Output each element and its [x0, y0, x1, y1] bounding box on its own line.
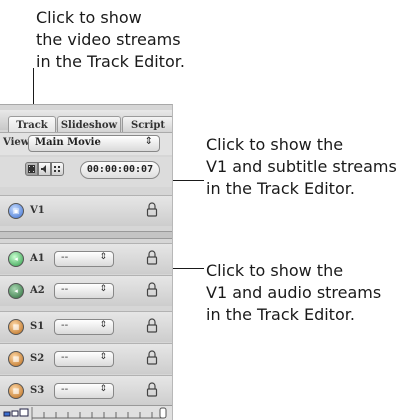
zoom-bar — [0, 405, 172, 420]
chevron-updown-icon: ⇕ — [99, 384, 107, 394]
audio-stream-button[interactable] — [38, 162, 51, 176]
stream-select-value: -- — [61, 352, 69, 363]
stream-select-s2[interactable]: -- ⇕ — [54, 351, 114, 367]
audio-stream-icon — [41, 165, 46, 173]
track-row-a2[interactable]: ◂ A2 -- ⇕ — [0, 275, 172, 306]
subtitle-track-icon: ▦ — [8, 351, 24, 367]
lock-icon[interactable] — [146, 250, 158, 266]
view-row: View: Main Movie ⇕ — [0, 132, 172, 155]
lock-icon[interactable] — [146, 282, 158, 298]
track-name: A2 — [30, 285, 45, 296]
track-row-v1[interactable]: ▣ V1 — [0, 195, 172, 226]
track-panel: Track Slideshow Script View: Main Movie … — [0, 104, 173, 420]
stream-select-value: -- — [61, 284, 69, 295]
track-row-s1[interactable]: ▦ S1 -- ⇕ — [0, 311, 172, 342]
lock-icon[interactable] — [146, 318, 158, 334]
track-name: S2 — [30, 353, 45, 364]
chevron-updown-icon: ⇕ — [99, 252, 107, 262]
chevron-updown-icon: ⇕ — [99, 352, 107, 362]
track-separator[interactable] — [0, 231, 172, 239]
chevron-updown-icon: ⇕ — [144, 136, 153, 147]
video-track-icon: ▣ — [8, 203, 24, 219]
chevron-updown-icon: ⇕ — [99, 320, 107, 330]
view-select-value: Main Movie — [35, 137, 101, 148]
callout-video-streams: Click to show the video streams in the T… — [36, 8, 185, 71]
video-stream-button[interactable] — [25, 162, 38, 176]
callout-subtitle-streams: Click to show the V1 and subtitle stream… — [206, 135, 397, 198]
lock-icon[interactable] — [146, 202, 158, 218]
zoom-slider[interactable] — [0, 406, 172, 420]
stream-select-a2[interactable]: -- ⇕ — [54, 283, 114, 299]
track-row-a1[interactable]: ◂ A1 -- ⇕ — [0, 243, 172, 274]
subtitle-stream-icon — [54, 166, 60, 172]
track-name: A1 — [30, 253, 45, 264]
lock-icon[interactable] — [146, 350, 158, 366]
lock-icon[interactable] — [146, 382, 158, 398]
stream-select-a1[interactable]: -- ⇕ — [54, 251, 114, 267]
stream-toolbar: 00:00:00:07 — [0, 157, 172, 187]
stream-select-value: -- — [61, 384, 69, 395]
stream-select-s1[interactable]: -- ⇕ — [54, 319, 114, 335]
track-name: S3 — [30, 385, 45, 396]
subtitle-track-icon: ▦ — [8, 383, 24, 399]
subtitle-track-icon: ▦ — [8, 319, 24, 335]
timecode-display: 00:00:00:07 — [80, 161, 160, 179]
chevron-updown-icon: ⇕ — [99, 284, 107, 294]
stream-select-s3[interactable]: -- ⇕ — [54, 383, 114, 399]
subtitle-stream-button[interactable] — [51, 162, 64, 176]
audio-track-icon: ◂ — [8, 251, 24, 267]
track-name: S1 — [30, 321, 45, 332]
video-stream-icon — [28, 165, 35, 173]
tab-bar: Track Slideshow Script — [0, 110, 172, 134]
view-select[interactable]: Main Movie ⇕ — [28, 135, 160, 152]
track-name: V1 — [30, 205, 45, 216]
audio-track-icon: ◂ — [8, 283, 24, 299]
stream-select-value: -- — [61, 320, 69, 331]
track-row-s3[interactable]: ▦ S3 -- ⇕ — [0, 375, 172, 406]
stream-select-value: -- — [61, 252, 69, 263]
callout-audio-streams: Click to show the V1 and audio streams i… — [206, 261, 382, 324]
track-row-s2[interactable]: ▦ S2 -- ⇕ — [0, 343, 172, 374]
